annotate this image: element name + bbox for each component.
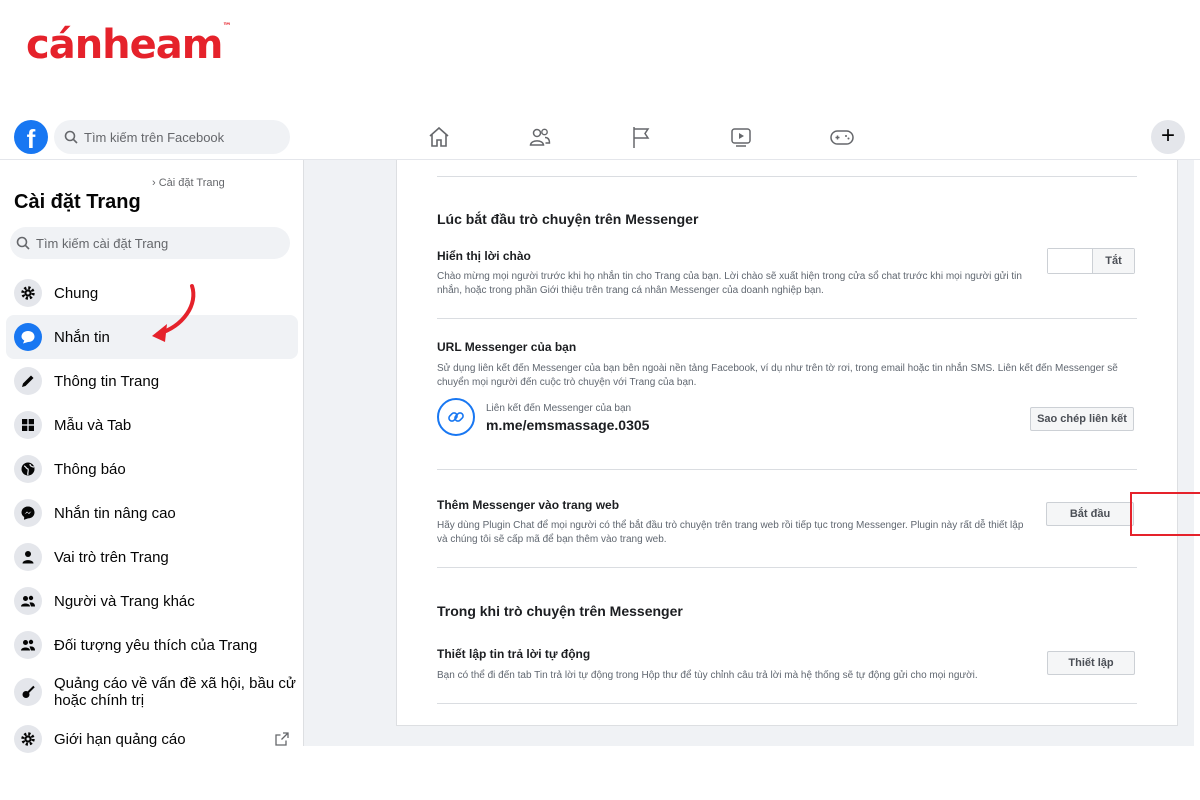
sidebar-item-label: Quảng cáo về vấn đề xã hội, bầu cử hoặc …: [54, 675, 296, 709]
greeting-description: Chào mừng mọi người trước khi họ nhắn ti…: [437, 271, 1022, 296]
add-messenger-website-title: Thêm Messenger vào trang web: [437, 498, 620, 512]
messenger-icon: [14, 499, 42, 527]
sidebar-item-label: Thông báo: [54, 460, 126, 478]
messenger-url-description: Sử dụng liên kết đến Messenger của bạn b…: [437, 363, 1118, 388]
section-title-start-conversation: Lúc bắt đầu trò chuyện trên Messenger: [437, 211, 699, 227]
sidebar-item-label: Người và Trang khác: [54, 592, 195, 610]
sidebar-item-page-roles[interactable]: Vai trò trên Trang: [6, 535, 298, 579]
search-icon: [64, 130, 78, 144]
guitar-icon: [14, 678, 42, 706]
people-icon: [14, 631, 42, 659]
search-icon: [16, 236, 30, 250]
sidebar-item-people-other-pages[interactable]: Người và Trang khác: [6, 579, 298, 623]
top-bar: f Tìm kiếm trên Facebook +: [0, 112, 1200, 160]
grid-icon: [14, 411, 42, 439]
brand-logo: cánheam™: [26, 22, 231, 68]
toggle-on-slot[interactable]: [1048, 249, 1093, 273]
page-title: Cài đặt Trang: [14, 191, 141, 213]
person-icon: [14, 543, 42, 571]
sidebar-item-preferred-audience[interactable]: Đối tượng yêu thích của Trang: [6, 623, 298, 667]
sidebar-item-advanced-messaging[interactable]: Nhắn tin nâng cao: [6, 491, 298, 535]
divider: [437, 567, 1137, 568]
red-highlight-box: [1130, 492, 1200, 536]
watch-icon[interactable]: [728, 124, 754, 150]
gear-icon: [14, 725, 42, 753]
gaming-icon[interactable]: [829, 124, 855, 150]
sidebar-item-templates-tabs[interactable]: Mẫu và Tab: [6, 403, 298, 447]
divider: [437, 469, 1137, 470]
sidebar-item-label: Mẫu và Tab: [54, 416, 132, 434]
sidebar-item-political-ads[interactable]: Quảng cáo về vấn đề xã hội, bầu cử hoặc …: [6, 667, 298, 717]
sidebar-item-label: Giới hạn quảng cáo: [54, 730, 186, 748]
facebook-logo[interactable]: f: [14, 120, 48, 154]
add-messenger-website-description: Hãy dùng Plugin Chat để mọi người có thể…: [437, 520, 1024, 545]
start-button[interactable]: Bắt đầu: [1046, 502, 1134, 526]
red-arrow-annotation-icon: [152, 284, 196, 342]
settings-sidebar: › Cài đặt Trang Cài đặt Trang Tìm kiếm c…: [0, 160, 304, 753]
auto-reply-title: Thiết lập tin trả lời tự động: [437, 647, 591, 661]
copy-link-button[interactable]: Sao chép liên kết: [1030, 407, 1134, 431]
settings-search-placeholder: Tìm kiếm cài đặt Trang: [36, 235, 169, 251]
messenger-link-url: m.me/emsmassage.0305: [486, 417, 650, 433]
sidebar-item-label: Nhắn tin nâng cao: [54, 504, 176, 522]
create-plus-button[interactable]: +: [1151, 120, 1185, 154]
divider: [437, 318, 1137, 319]
breadcrumb[interactable]: › Cài đặt Trang: [152, 177, 225, 189]
sidebar-item-ad-limits[interactable]: Giới hạn quảng cáo: [6, 717, 298, 761]
sidebar-item-label: Thông tin Trang: [54, 372, 160, 390]
setup-auto-reply-button[interactable]: Thiết lập: [1047, 651, 1135, 675]
sidebar-item-label: Vai trò trên Trang: [54, 548, 169, 566]
messenger-url-title: URL Messenger của bạn: [437, 340, 577, 354]
link-icon: [437, 398, 475, 436]
external-link-icon[interactable]: [274, 731, 290, 747]
toggle-off-label[interactable]: Tắt: [1093, 249, 1134, 273]
settings-search-input[interactable]: Tìm kiếm cài đặt Trang: [10, 227, 290, 259]
globe-icon: [14, 455, 42, 483]
home-icon[interactable]: [426, 124, 452, 150]
auto-reply-description: Bạn có thể đi đến tab Tin trả lời tự độn…: [437, 670, 978, 681]
divider: [437, 703, 1137, 704]
greeting-toggle[interactable]: Tắt: [1047, 248, 1135, 274]
chat-bubble-icon: [14, 323, 42, 351]
facebook-search-input[interactable]: Tìm kiếm trên Facebook: [54, 120, 290, 154]
divider: [437, 176, 1137, 177]
pencil-icon: [14, 367, 42, 395]
sidebar-item-page-info[interactable]: Thông tin Trang: [6, 359, 298, 403]
pages-flag-icon[interactable]: [628, 124, 654, 150]
settings-menu: Chung Nhắn tin Thông tin Trang Mẫu và Ta…: [6, 271, 298, 761]
messenger-link-caption: Liên kết đến Messenger của bạn: [486, 403, 632, 414]
sidebar-item-notifications[interactable]: Thông báo: [6, 447, 298, 491]
section-title-during-conversation: Trong khi trò chuyện trên Messenger: [437, 603, 683, 619]
main-content: Lúc bắt đầu trò chuyện trên Messenger Hi…: [304, 160, 1200, 746]
friends-icon[interactable]: [527, 124, 553, 150]
facebook-search-placeholder: Tìm kiếm trên Facebook: [84, 129, 225, 145]
people-icon: [14, 587, 42, 615]
gear-icon: [14, 279, 42, 307]
greeting-title: Hiển thị lời chào: [437, 249, 531, 263]
sidebar-item-label: Đối tượng yêu thích của Trang: [54, 636, 258, 654]
messaging-settings-card: Lúc bắt đầu trò chuyện trên Messenger Hi…: [396, 160, 1200, 726]
